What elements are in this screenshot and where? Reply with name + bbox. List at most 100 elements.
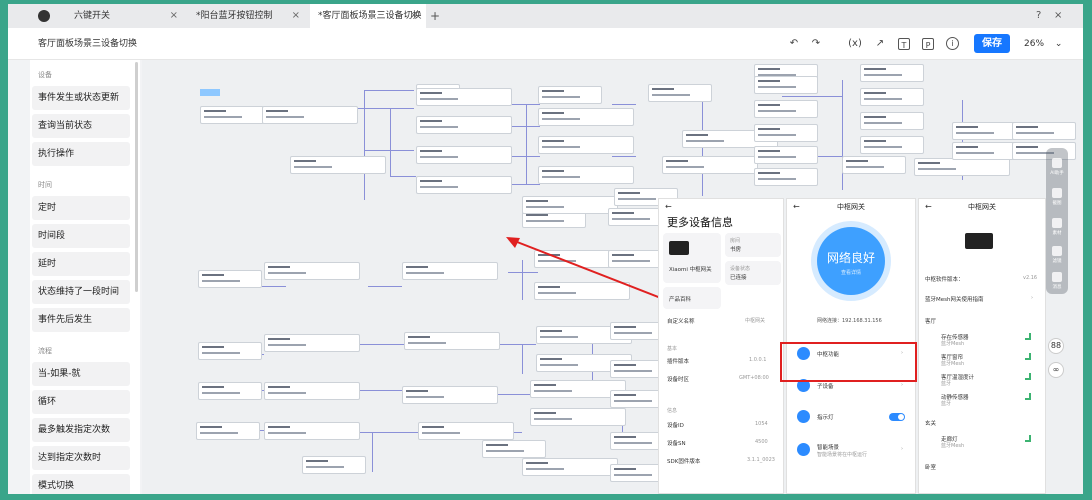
flow-node[interactable] — [482, 440, 546, 458]
palette-item-when-if-then[interactable]: 当-如果-就 — [32, 362, 130, 386]
row-smart-scene[interactable]: 智能场景 — [817, 443, 839, 451]
tab-six-key-switch[interactable]: 六键开关 × — [66, 4, 186, 28]
palette-item-schedule[interactable]: 定时 — [32, 196, 130, 220]
flow-node[interactable] — [416, 146, 512, 164]
palette-item-state-hold[interactable]: 状态维持了一段时间 — [32, 280, 130, 304]
flow-node[interactable] — [914, 158, 1010, 176]
flow-node[interactable] — [264, 382, 360, 400]
network-status-badge[interactable]: 网络良好 查看详情 — [817, 227, 885, 295]
flow-node[interactable] — [402, 262, 498, 280]
palette-item-event[interactable]: 事件发生或状态更新 — [32, 86, 130, 110]
flow-node[interactable] — [200, 106, 264, 124]
palette-item-reach-count[interactable]: 达到指定次数时 — [32, 446, 130, 470]
room-card[interactable]: 房间 书房 — [725, 233, 781, 257]
flow-edge — [782, 96, 842, 97]
sidebar-scrollbar[interactable] — [135, 62, 138, 292]
flow-node[interactable] — [754, 124, 818, 142]
palette-item-loop[interactable]: 循环 — [32, 390, 130, 414]
flow-node[interactable] — [416, 176, 512, 194]
flow-node[interactable] — [522, 196, 618, 214]
variable-icon[interactable]: (x) — [844, 36, 866, 52]
tab-balcony-bluetooth[interactable]: *阳台蓝牙按钮控制 × — [188, 4, 308, 28]
flow-node[interactable] — [418, 422, 514, 440]
flow-node[interactable] — [648, 84, 712, 102]
palette-item-max-trigger[interactable]: 最多触发指定次数 — [32, 418, 130, 442]
bot-icon[interactable]: ∞ — [1048, 362, 1064, 378]
palette-item-query-state[interactable]: 查询当前状态 — [32, 114, 130, 138]
parameter-icon[interactable]: P — [922, 38, 934, 50]
flow-node[interactable] — [302, 456, 366, 474]
undo-icon[interactable]: ↶ — [786, 36, 802, 52]
ai-assistant-icon[interactable] — [1052, 158, 1062, 168]
flow-node[interactable] — [404, 332, 500, 350]
save-button[interactable]: 保存 — [974, 34, 1010, 53]
flow-node[interactable] — [522, 458, 618, 476]
palette-item-event-sequence[interactable]: 事件先后发生 — [32, 308, 130, 332]
close-window-icon[interactable]: × — [1054, 4, 1062, 28]
palette-item-mode-switch[interactable]: 模式切换 — [32, 474, 130, 494]
flow-node[interactable] — [662, 156, 758, 174]
flow-node[interactable] — [538, 86, 602, 104]
flow-node[interactable] — [860, 88, 924, 106]
status-label: 设备状态 — [730, 266, 751, 272]
flow-node[interactable] — [860, 112, 924, 130]
screenshot-label: 截图 — [1052, 201, 1062, 206]
flow-node[interactable] — [198, 342, 262, 360]
flow-node[interactable] — [264, 262, 360, 280]
message-icon[interactable] — [1052, 272, 1062, 282]
palette-item-delay[interactable]: 延时 — [32, 252, 130, 276]
flow-node[interactable] — [198, 382, 262, 400]
tab-close-icon[interactable]: × — [292, 4, 300, 28]
flow-node[interactable] — [952, 122, 1016, 140]
new-tab-icon[interactable]: + — [430, 4, 440, 28]
flow-node[interactable] — [1012, 122, 1076, 140]
flow-node[interactable] — [262, 106, 358, 124]
flow-node[interactable] — [198, 270, 262, 288]
flow-node[interactable] — [196, 422, 260, 440]
palette-item-execute[interactable]: 执行操作 — [32, 142, 130, 166]
palette-item-time-range[interactable]: 时间段 — [32, 224, 130, 248]
flow-node[interactable] — [538, 166, 634, 184]
grid-icon[interactable]: 88 — [1048, 338, 1064, 354]
filter-icon[interactable] — [1052, 246, 1062, 256]
flow-node[interactable] — [416, 88, 512, 106]
flow-node[interactable] — [264, 422, 360, 440]
custom-name-label[interactable]: 自定义名称 — [667, 317, 695, 325]
tab-living-room-panel[interactable]: *客厅面板场景三设备切换 × — [310, 4, 426, 28]
flow-node[interactable] — [416, 116, 512, 134]
mesh-guide-link[interactable]: 蓝牙Mesh网关使用指南 — [925, 295, 983, 303]
flow-node[interactable] — [538, 108, 634, 126]
flow-node[interactable] — [754, 76, 818, 94]
flow-edge — [368, 286, 402, 287]
row-sub-device[interactable]: 子设备 — [817, 382, 834, 390]
flow-canvas[interactable]: ← 更多设备信息 Xiaomi 中枢网关 房间 书房 产品百科 设备状态 已连接… — [142, 60, 1083, 494]
flow-node[interactable] — [754, 146, 818, 164]
flow-node[interactable] — [860, 64, 924, 82]
indicator-toggle[interactable] — [889, 413, 905, 421]
flow-node[interactable] — [290, 156, 386, 174]
flow-node[interactable] — [402, 386, 498, 404]
text-icon[interactable]: T — [898, 38, 910, 50]
flow-node[interactable] — [264, 334, 360, 352]
flow-node[interactable] — [860, 136, 924, 154]
smart-scene-icon — [797, 443, 810, 456]
flow-node[interactable] — [754, 168, 818, 186]
product-wiki-card[interactable]: 产品百科 — [663, 287, 721, 309]
screenshot-icon[interactable] — [1052, 188, 1062, 198]
zoom-select[interactable]: 26% ⌄ — [1024, 28, 1062, 60]
tab-close-icon[interactable]: × — [410, 4, 418, 28]
redo-icon[interactable]: ↷ — [808, 36, 824, 52]
assets-icon[interactable] — [1052, 218, 1062, 228]
flow-node[interactable] — [842, 156, 906, 174]
back-arrow-icon[interactable]: ← — [665, 199, 672, 215]
flow-node[interactable] — [538, 136, 634, 154]
flow-node[interactable] — [952, 142, 1016, 160]
assets-label: 素材 — [1052, 231, 1062, 236]
flow-node[interactable] — [754, 100, 818, 118]
flow-node[interactable] — [534, 282, 630, 300]
info-icon[interactable]: i — [946, 37, 959, 50]
flow-node[interactable] — [530, 408, 626, 426]
export-icon[interactable]: ↗ — [872, 36, 888, 52]
tab-close-icon[interactable]: × — [170, 4, 178, 28]
help-icon[interactable]: ? — [1036, 4, 1041, 28]
